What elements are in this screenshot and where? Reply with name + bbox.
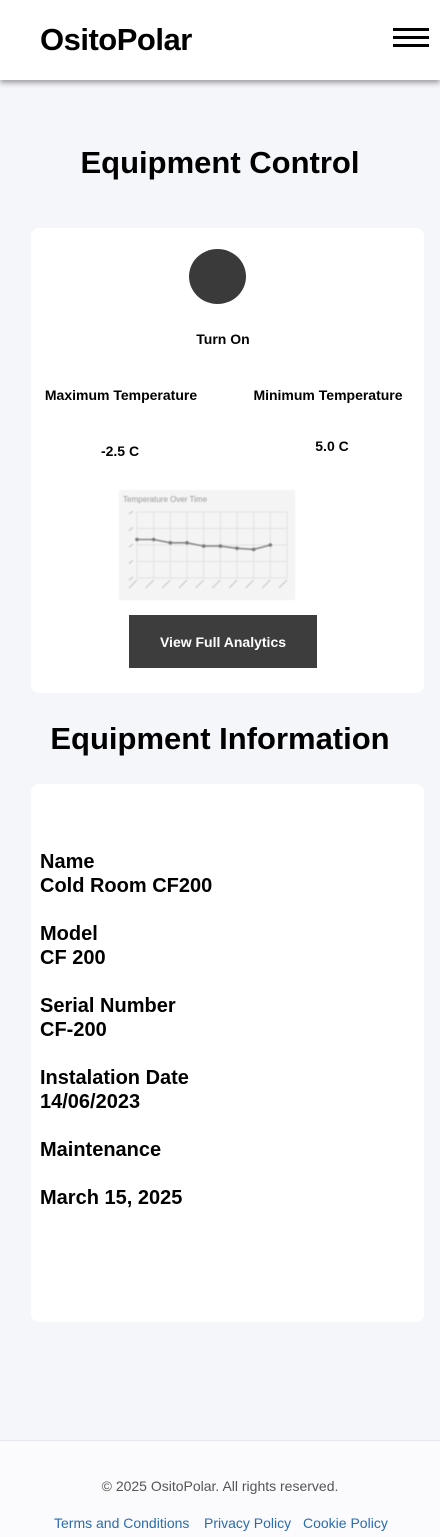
copyright-text: © 2025 OsitoPolar. All rights reserved.: [101, 1478, 339, 1494]
installation-date-value: 14/06/2023: [40, 1091, 141, 1113]
serial-number-label: Serial Number: [40, 995, 176, 1017]
chart-y-tick: [128, 510, 134, 515]
menu-bar-middle: [393, 36, 429, 39]
maintenance-value: March 15, 2025: [40, 1187, 183, 1209]
chart-point: [218, 544, 223, 548]
footer-link-cookie[interactable]: Cookie Policy: [303, 1515, 388, 1531]
footer-link-privacy[interactable]: Privacy Policy: [204, 1515, 291, 1531]
chart-title: Temperature Over Time: [123, 495, 208, 504]
chart-x-tick: [245, 579, 255, 589]
model-value: CF 200: [40, 947, 106, 969]
power-button[interactable]: [189, 249, 246, 304]
chart-point: [151, 537, 156, 542]
chart-point: [235, 546, 239, 551]
chart-point: [268, 543, 273, 547]
chart-x-tick: [195, 579, 205, 589]
temperature-chart-svg: Temperature Over Time: [123, 495, 288, 589]
chart-x-tick: [145, 579, 155, 589]
top-header: OsitoPolar: [0, 0, 440, 80]
chart-y-tick: [128, 576, 134, 581]
menu-bar-top: [393, 28, 429, 31]
chart-point: [185, 541, 189, 545]
min-temperature-value: 5.0 C: [315, 438, 349, 454]
power-label: Turn On: [196, 331, 250, 347]
chart-x-tick: [178, 579, 188, 589]
chart-x-tick: [128, 579, 138, 589]
chart-x-tick: [278, 579, 288, 589]
chart-point: [201, 544, 206, 548]
name-label: Name: [40, 851, 95, 873]
page-footer: © 2025 OsitoPolar. All rights reserved. …: [0, 1440, 440, 1537]
hamburger-menu-icon[interactable]: [393, 28, 429, 48]
chart-x-tick: [211, 579, 221, 589]
max-temperature-label: Maximum Temperature: [44, 387, 198, 403]
max-temperature-value: -2.5 C: [100, 443, 140, 459]
name-value: Cold Room CF200: [40, 875, 213, 897]
installation-date-label: Instalation Date: [40, 1067, 189, 1089]
chart-point: [251, 547, 256, 552]
menu-bar-bottom: [393, 44, 429, 47]
chart-y-tick: [128, 560, 134, 564]
view-full-analytics-button[interactable]: View Full Analytics: [129, 615, 317, 668]
chart-grid: [128, 510, 288, 589]
chart-point: [168, 541, 173, 545]
chart-x-tick: [261, 579, 271, 589]
chart-x-tick: [161, 579, 171, 589]
serial-number-value: CF-200: [40, 1019, 107, 1041]
brand-logo[interactable]: OsitoPolar: [40, 22, 192, 58]
chart-y-tick: [128, 527, 134, 531]
equipment-information-title: Equipment Information: [50, 721, 390, 756]
min-temperature-label: Minimum Temperature: [253, 387, 403, 403]
chart-point: [135, 537, 139, 542]
chart-x-tick: [228, 579, 238, 589]
footer-link-terms[interactable]: Terms and Conditions: [54, 1515, 189, 1531]
model-label: Model: [40, 923, 98, 945]
chart-y-tick: [128, 543, 134, 548]
equipment-control-title: Equipment Control: [80, 145, 360, 180]
temperature-chart: Temperature Over Time: [119, 490, 295, 600]
maintenance-label: Maintenance: [40, 1139, 162, 1161]
